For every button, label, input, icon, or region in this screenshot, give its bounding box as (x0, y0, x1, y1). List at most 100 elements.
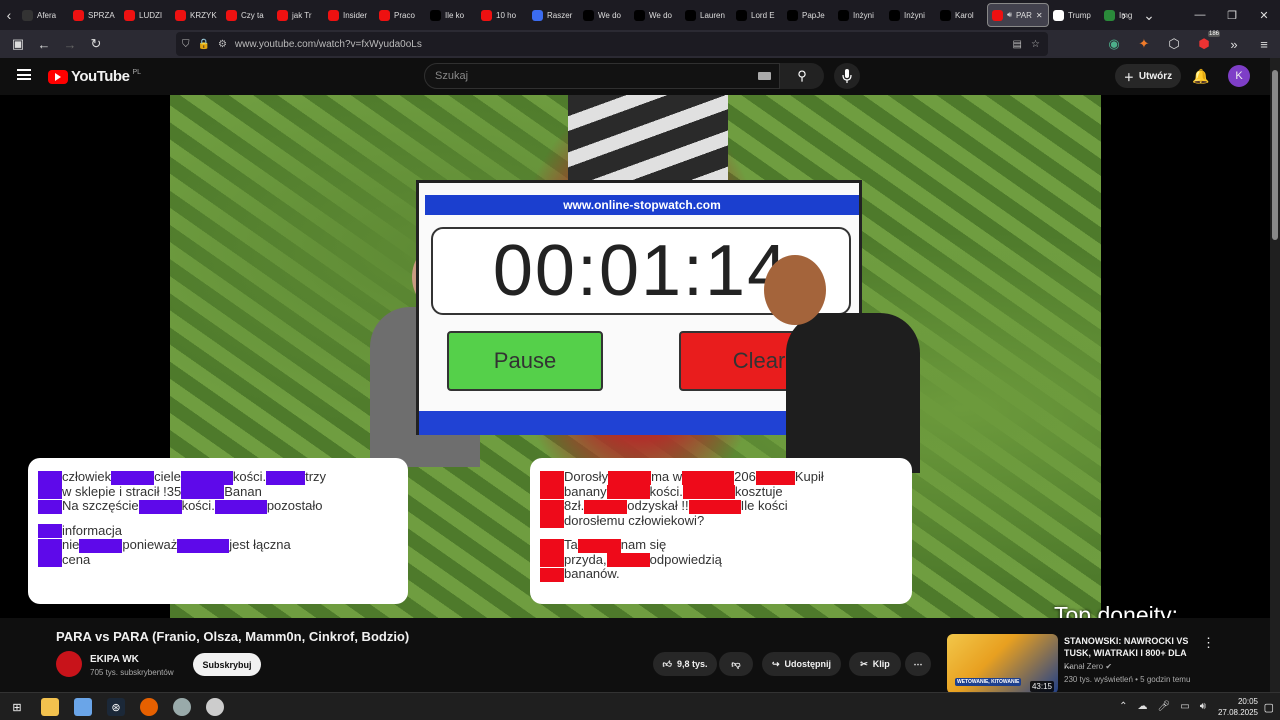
tab-label: Inżyni (853, 10, 874, 20)
onedrive-icon[interactable]: ☁ (1138, 701, 1148, 712)
forward-icon[interactable]: → (58, 32, 82, 56)
recommended-thumbnail[interactable]: WETOWANIE, KITOWANIE 43:15 (947, 634, 1058, 694)
dislike-button[interactable]: 👎︎ (719, 652, 753, 676)
recommended-channel[interactable]: Kanał Zero ✔ (1064, 662, 1112, 671)
tab-close-icon[interactable]: ✕ (1036, 11, 1043, 20)
reader-view-icon[interactable]: ▤ (1013, 39, 1022, 50)
tab-label: Afera (37, 10, 57, 20)
browser-tab[interactable]: Raszer (528, 3, 579, 27)
windows-start-icon[interactable]: ⊞ (8, 698, 26, 716)
extensions-puzzle-icon[interactable]: ⬡ (1162, 32, 1186, 56)
notifications-bell-icon[interactable]: 🔔 (1192, 67, 1210, 85)
fox-extension-icon[interactable]: ✦ (1132, 32, 1156, 56)
browser-tab[interactable]: KRZYK (171, 3, 222, 27)
restore-icon[interactable]: ❐ (1216, 0, 1248, 30)
browser-tab[interactable]: Ile ko (426, 3, 477, 27)
browser-tab[interactable]: We do (579, 3, 630, 27)
tab-favicon-icon (379, 9, 390, 21)
browser-tab[interactable]: PapJe (783, 3, 834, 27)
subscribe-button[interactable]: Subskrybuj (193, 653, 261, 676)
browser-tab[interactable]: jak Tr (273, 3, 324, 27)
notifications-icon[interactable]: ▢ (1264, 701, 1274, 714)
card-line: Na szczęście kości. pozostało (38, 499, 398, 514)
guide-menu-icon[interactable] (17, 69, 31, 80)
sidebar-toggle-icon[interactable]: ▣ (6, 32, 30, 56)
card-word: nie (62, 537, 80, 553)
browser-tab[interactable]: Inżyni (834, 3, 885, 27)
browser-tab[interactable]: Insider (324, 3, 375, 27)
browser-tab[interactable]: Czy ta (222, 3, 273, 27)
question-card-right: Dorosły ma w 206 Kupił banany kości. kosztuje 8… (530, 458, 912, 604)
recommended-more-icon[interactable]: ⋮ (1202, 635, 1215, 651)
scrollbar-thumb[interactable] (1272, 70, 1278, 240)
browser-tab[interactable]: Lord E (732, 3, 783, 27)
taskbar-clock[interactable]: 20:05 27.08.2025 (1218, 696, 1258, 718)
browser-tab[interactable]: Lauren (681, 3, 732, 27)
browser-tab[interactable]: Trump (1049, 3, 1100, 27)
app-icon-5[interactable] (173, 698, 191, 716)
browser-tab[interactable]: 10 ho (477, 3, 528, 27)
youtube-logo[interactable]: YouTube PL (48, 68, 141, 85)
card-word: odzyskał !! (627, 498, 689, 514)
minimize-icon[interactable]: — (1184, 0, 1216, 30)
card-line: banany kości. kosztuje (540, 483, 902, 500)
tray-chevron-icon[interactable]: ⌃ (1119, 701, 1127, 712)
browser-tab[interactable]: Inżyni (885, 3, 936, 27)
back-icon[interactable]: ← (32, 32, 56, 56)
url-bar[interactable]: ⛉ 🔒 ⚙ www.youtube.com/watch?v=fxWyuda0oL… (176, 32, 1048, 56)
reload-icon[interactable]: ↻ (84, 32, 108, 56)
bookmark-star-icon[interactable]: ☆ (1031, 39, 1040, 50)
page-scrollbar[interactable] (1270, 58, 1280, 692)
card-word: kości. (181, 498, 215, 514)
vpn-extension-icon[interactable]: ◉ (1102, 32, 1126, 56)
tab-favicon-icon (583, 9, 594, 21)
channel-name[interactable]: EKIPA WK (90, 654, 139, 665)
tab-favicon-icon (73, 9, 84, 21)
steam-icon[interactable]: ⊛ (107, 698, 125, 716)
adblock-icon[interactable]: ⬢ 186 (1192, 31, 1220, 56)
browser-tab[interactable]: 🔊︎ PAR ✕ (987, 3, 1049, 27)
keyboard-icon[interactable] (758, 72, 771, 80)
tab-list-dropdown-icon[interactable]: ⌄ (1140, 0, 1158, 30)
browser-tab[interactable]: We do (630, 3, 681, 27)
account-avatar[interactable]: K (1228, 65, 1250, 87)
card-word: ponieważ (122, 537, 178, 553)
share-button[interactable]: ↪ Udostępnij (762, 652, 841, 676)
browser-tab[interactable]: SPRZA (69, 3, 120, 27)
file-explorer-icon[interactable] (41, 698, 59, 716)
create-button[interactable]: ＋ Utwórz (1115, 64, 1181, 88)
clip-button[interactable]: ✂ Klip (849, 652, 901, 676)
close-window-icon[interactable]: ✕ (1248, 0, 1280, 30)
search-button[interactable]: ⚲ (780, 63, 824, 89)
search-input[interactable]: Szukaj (424, 63, 780, 89)
like-button[interactable]: 👍︎ 9,8 tys. (653, 652, 717, 676)
card-word: kosztuje (734, 483, 783, 499)
browser-tab[interactable]: Praco (375, 3, 426, 27)
overflow-chevron-icon[interactable]: » (1222, 32, 1246, 56)
app-icon-6[interactable] (206, 698, 224, 716)
browser-tab[interactable]: Karol (936, 3, 987, 27)
tab-favicon-icon (685, 9, 696, 21)
more-actions-button[interactable]: ⋯ (905, 652, 931, 676)
tab-audio-icon[interactable]: 🔊︎ (1007, 10, 1012, 20)
voice-search-button[interactable] (834, 63, 860, 89)
computer-app-icon[interactable] (74, 698, 92, 716)
microphone-tray-icon[interactable]: 🎤︎ (1158, 701, 1171, 712)
tab-label: LUDZI (139, 10, 163, 20)
display-icon[interactable]: ▭ (1180, 701, 1189, 712)
tabs-scroll-left-icon[interactable]: ‹ (0, 0, 18, 30)
system-tray: ⌃ ☁ 🎤︎ ▭ 🔊︎ (1119, 701, 1206, 712)
tab-label: SPRZA (88, 10, 115, 20)
tab-label: Lord E (751, 10, 775, 20)
browser-tab[interactable]: Afera (18, 3, 69, 27)
channel-avatar[interactable] (56, 651, 82, 677)
volume-icon[interactable]: 🔊︎ (1200, 701, 1206, 712)
tabs-scroll-right-icon[interactable]: › (1115, 0, 1133, 30)
firefox-icon[interactable] (140, 698, 158, 716)
video-player[interactable]: www.online-stopwatch.com 00:01:14 Pause … (0, 95, 1270, 715)
app-menu-icon[interactable]: ≡ (1252, 32, 1276, 56)
browser-tab[interactable]: LUDZI (120, 3, 171, 27)
share-icon: ↪ (771, 658, 780, 669)
tab-label: PAR (1016, 10, 1032, 20)
screen: ‹ Afera SPRZA LUDZI KRZYK Czy ta jak Tr Inside… (0, 0, 1280, 720)
